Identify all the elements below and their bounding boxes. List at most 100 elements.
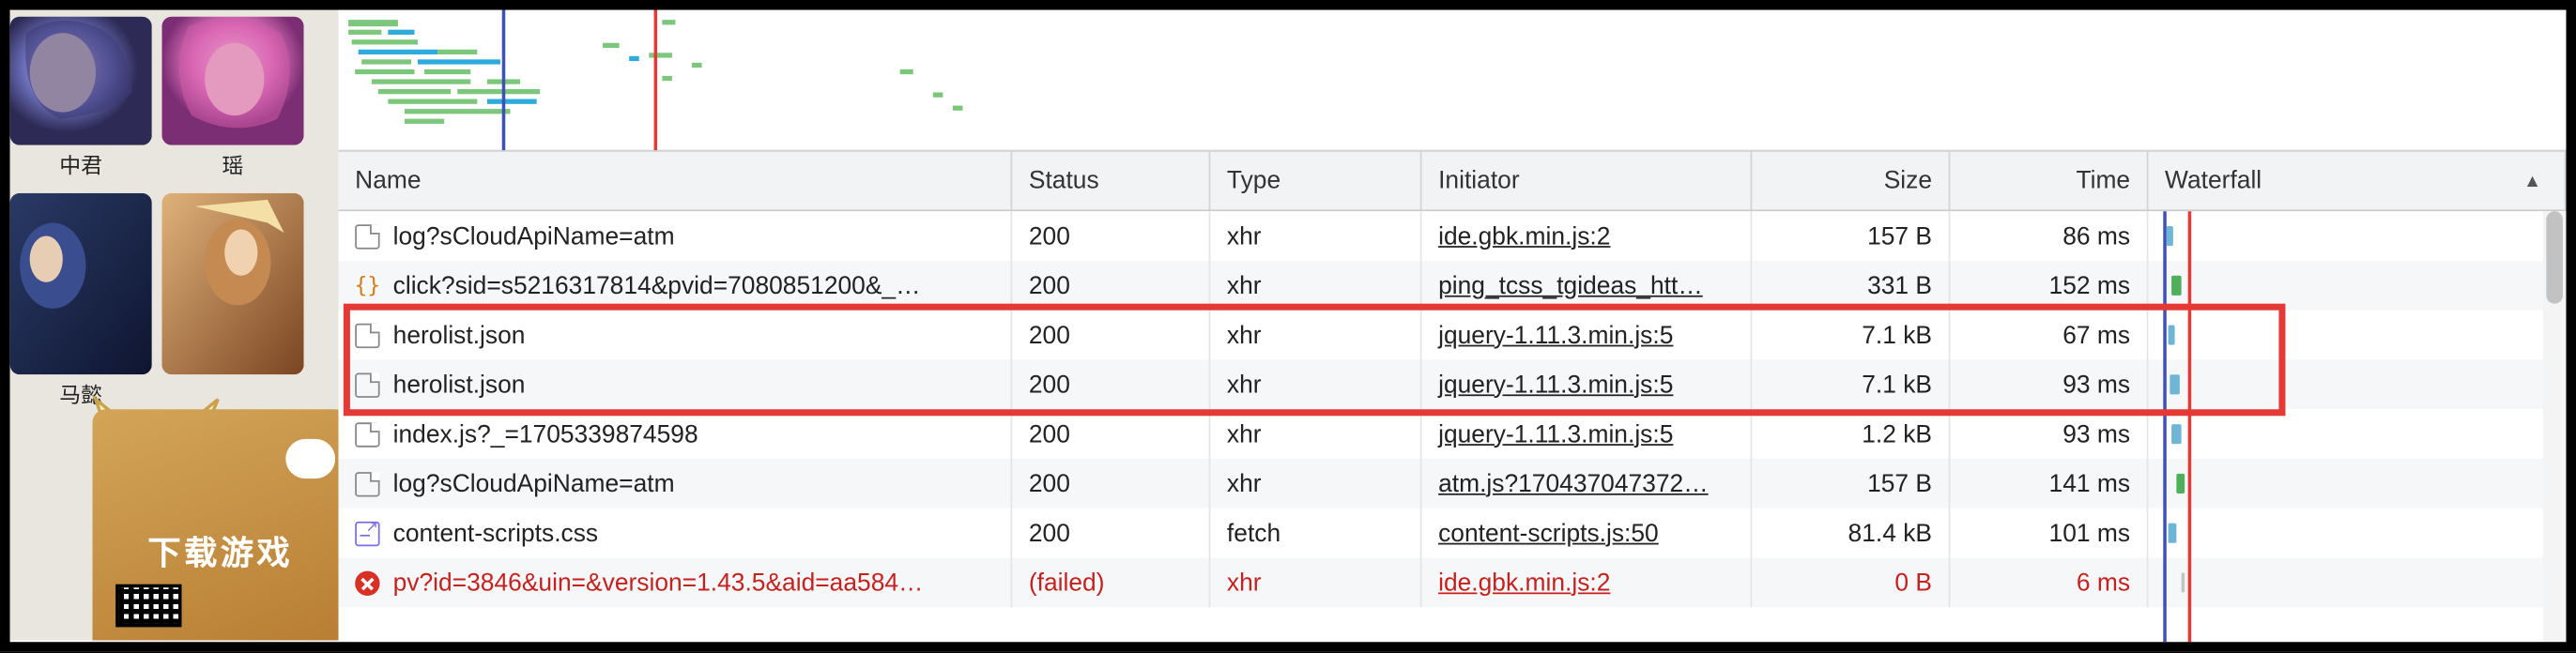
cell-name: index.js?_=1705339874598: [339, 409, 1013, 459]
waterfall-bar: [2182, 572, 2185, 592]
file-icon: [355, 223, 379, 248]
network-headers-row: Name Status Type Initiator Size Time Wat…: [339, 152, 2567, 211]
initiator-link[interactable]: jquery-1.11.3.min.js:5: [1438, 420, 1673, 448]
cell-initiator: ide.gbk.min.js:2: [1421, 558, 1752, 608]
initiator-link[interactable]: jquery-1.11.3.min.js:5: [1438, 321, 1673, 349]
stylesheet-icon: [355, 521, 379, 545]
cell-size: 157 B: [1752, 459, 1950, 509]
cell-initiator: jquery-1.11.3.min.js:5: [1421, 311, 1752, 360]
header-initiator[interactable]: Initiator: [1421, 152, 1752, 210]
waterfall-bar: [2171, 424, 2182, 444]
scrollbar-track[interactable]: [2543, 211, 2567, 642]
cell-size: 0 B: [1752, 558, 1950, 608]
cell-status: (failed): [1012, 558, 1210, 608]
initiator-link[interactable]: content-scripts.js:50: [1438, 519, 1659, 547]
hero-label: 瑶: [222, 148, 244, 179]
cell-waterfall: [2148, 409, 2566, 459]
cell-name: content-scripts.css: [339, 509, 1013, 558]
request-name: log?sCloudApiName=atm: [393, 469, 675, 497]
initiator-link[interactable]: jquery-1.11.3.min.js:5: [1438, 371, 1673, 399]
cell-name: log?sCloudApiName=atm: [339, 459, 1013, 509]
hero-card[interactable]: 马懿: [10, 193, 152, 409]
cell-status: 200: [1012, 509, 1210, 558]
cell-initiator: ide.gbk.min.js:2: [1421, 211, 1752, 261]
cell-type: xhr: [1210, 409, 1421, 459]
initiator-link[interactable]: atm.js?170437047372…: [1438, 469, 1709, 497]
request-name: content-scripts.css: [393, 519, 599, 547]
hero-label: 中君: [59, 148, 102, 179]
hero-card[interactable]: 瑶: [161, 17, 303, 180]
header-time[interactable]: Time: [1950, 152, 2148, 210]
hero-card[interactable]: [161, 193, 303, 409]
waterfall-bar: [2176, 474, 2185, 494]
header-waterfall[interactable]: Waterfall ▲: [2148, 152, 2566, 210]
network-rows: log?sCloudApiName=atm200xhride.gbk.min.j…: [339, 211, 2567, 642]
file-icon: [355, 471, 379, 495]
cell-time: 6 ms: [1950, 558, 2148, 608]
network-row[interactable]: log?sCloudApiName=atm 200xhr atm.js?170437…: [339, 459, 2567, 509]
cell-time: 67 ms: [1950, 311, 2148, 360]
network-row[interactable]: herolist.json 200xhr jquery-1.11.3.min.js:…: [339, 311, 2567, 360]
cell-size: 1.2 kB: [1752, 409, 1950, 459]
cell-waterfall: [2148, 311, 2566, 360]
request-name: click?sid=s5216317814&pvid=7080851200&_…: [393, 271, 921, 299]
scrollbar-thumb[interactable]: [2546, 211, 2563, 304]
cell-status: 200: [1012, 311, 1210, 360]
cell-waterfall: [2148, 558, 2566, 608]
network-timeline[interactable]: [339, 10, 2567, 152]
cell-type: fetch: [1210, 509, 1421, 558]
cell-size: 331 B: [1752, 261, 1950, 311]
speech-bubble-icon: [285, 439, 335, 478]
cell-type: xhr: [1210, 261, 1421, 311]
qr-code-icon: [115, 585, 181, 628]
initiator-link[interactable]: ide.gbk.min.js:2: [1438, 222, 1610, 251]
cell-time: 101 ms: [1950, 509, 2148, 558]
network-row[interactable]: log?sCloudApiName=atm200xhride.gbk.min.j…: [339, 211, 2567, 261]
file-icon: [355, 323, 379, 347]
header-name[interactable]: Name: [339, 152, 1013, 210]
network-row[interactable]: index.js?_=1705339874598200xhr jquery-1.1…: [339, 409, 2567, 459]
cell-type: xhr: [1210, 311, 1421, 360]
cell-status: 200: [1012, 459, 1210, 509]
hero-card[interactable]: 中君: [10, 17, 152, 180]
script-icon: {}: [355, 273, 379, 297]
request-name: herolist.json: [393, 321, 526, 349]
cell-time: 86 ms: [1950, 211, 2148, 261]
cell-status: 200: [1012, 261, 1210, 311]
cell-name: herolist.json: [339, 359, 1013, 409]
cell-type: xhr: [1210, 459, 1421, 509]
cell-initiator: jquery-1.11.3.min.js:5: [1421, 359, 1752, 409]
webpage-pane: 中君 瑶: [10, 10, 339, 641]
cell-size: 7.1 kB: [1752, 359, 1950, 409]
header-status[interactable]: Status: [1012, 152, 1210, 210]
network-row[interactable]: {} click?sid=s5216317814&pvid=7080851200&…: [339, 261, 2567, 311]
cell-status: 200: [1012, 409, 1210, 459]
request-name: herolist.json: [393, 371, 526, 399]
network-row[interactable]: herolist.json 200xhr jquery-1.11.3.min.js:…: [339, 359, 2567, 409]
cell-type: xhr: [1210, 211, 1421, 261]
cell-time: 141 ms: [1950, 459, 2148, 509]
devtools-network-panel: Name Status Type Initiator Size Time Wat…: [339, 10, 2567, 643]
header-size[interactable]: Size: [1752, 152, 1950, 210]
cell-status: 200: [1012, 359, 1210, 409]
cell-size: 81.4 kB: [1752, 509, 1950, 558]
cell-initiator: content-scripts.js:50: [1421, 509, 1752, 558]
cell-name: herolist.json: [339, 311, 1013, 360]
cell-waterfall: [2148, 211, 2566, 261]
header-type[interactable]: Type: [1210, 152, 1421, 210]
network-row[interactable]: content-scripts.css 200fetch content-scrip…: [339, 509, 2567, 558]
cell-size: 157 B: [1752, 211, 1950, 261]
network-row[interactable]: pv?id=3846&uin=&version=1.43.5&aid=aa584…: [339, 558, 2567, 608]
hero-grid: 中君 瑶: [10, 10, 339, 417]
waterfall-bar: [2169, 326, 2175, 345]
cell-type: xhr: [1210, 359, 1421, 409]
download-label: 下载游戏: [147, 526, 293, 574]
file-icon: [355, 372, 379, 397]
initiator-link[interactable]: ping_tcss_tgideas_htt…: [1438, 271, 1703, 299]
request-name: log?sCloudApiName=atm: [393, 222, 675, 251]
cell-initiator: atm.js?170437047372…: [1421, 459, 1752, 509]
initiator-link[interactable]: ide.gbk.min.js:2: [1438, 569, 1610, 597]
download-panel[interactable]: 下载游戏: [93, 409, 339, 640]
cell-name: pv?id=3846&uin=&version=1.43.5&aid=aa584…: [339, 558, 1013, 608]
cell-waterfall: [2148, 359, 2566, 409]
